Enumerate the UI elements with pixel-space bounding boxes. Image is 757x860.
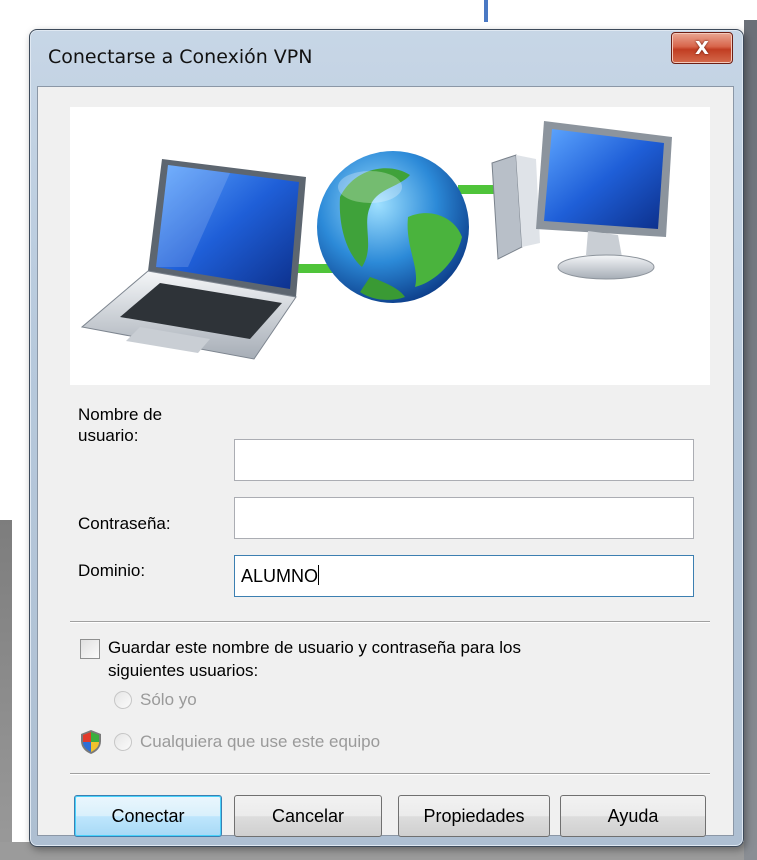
save-credentials-label-line1: Guardar este nombre de usuario y contras…	[108, 638, 521, 657]
title-bar[interactable]: Conectarse a Conexión VPN X	[30, 30, 743, 86]
password-label: Contraseña:	[78, 514, 171, 533]
dialog-body: Nombre de usuario: Contraseña: Dominio: …	[37, 86, 734, 837]
only-me-label: Sólo yo	[140, 690, 197, 709]
divider-bottom	[70, 773, 710, 775]
vpn-connect-dialog: Conectarse a Conexión VPN X Nombre de us…	[29, 29, 744, 847]
properties-button[interactable]: Propiedades	[398, 795, 550, 837]
desktop-background-right	[744, 20, 757, 860]
only-me-radio[interactable]	[114, 691, 132, 709]
domain-input[interactable]: ALUMNO	[234, 555, 694, 597]
globe-icon	[317, 151, 469, 303]
close-icon: X	[695, 37, 709, 59]
laptop-icon	[80, 159, 306, 360]
password-input[interactable]	[234, 497, 694, 539]
network-banner	[70, 107, 710, 385]
desktop-background	[0, 520, 12, 860]
username-label: Nombre de usuario:	[78, 405, 163, 445]
background-window-edge	[484, 0, 488, 22]
desktop-computer-icon	[491, 121, 672, 280]
network-illustration	[80, 121, 672, 360]
window-title: Conectarse a Conexión VPN	[48, 46, 313, 68]
save-credentials-checkbox[interactable]	[80, 639, 100, 659]
anyone-label: Cualquiera que use este equipo	[140, 732, 381, 751]
connect-button[interactable]: Conectar	[74, 795, 222, 837]
domain-label: Dominio:	[78, 561, 146, 580]
divider-top	[70, 621, 710, 623]
help-button[interactable]: Ayuda	[560, 795, 706, 837]
close-button[interactable]: X	[671, 32, 733, 64]
anyone-radio[interactable]	[114, 733, 132, 751]
text-cursor	[318, 565, 320, 585]
save-credentials-label-line2: siguientes usuarios:	[108, 661, 259, 680]
uac-shield-icon	[81, 730, 101, 754]
cancel-button[interactable]: Cancelar	[234, 795, 382, 837]
username-input[interactable]	[234, 439, 694, 481]
domain-input-value: ALUMNO	[241, 566, 319, 586]
